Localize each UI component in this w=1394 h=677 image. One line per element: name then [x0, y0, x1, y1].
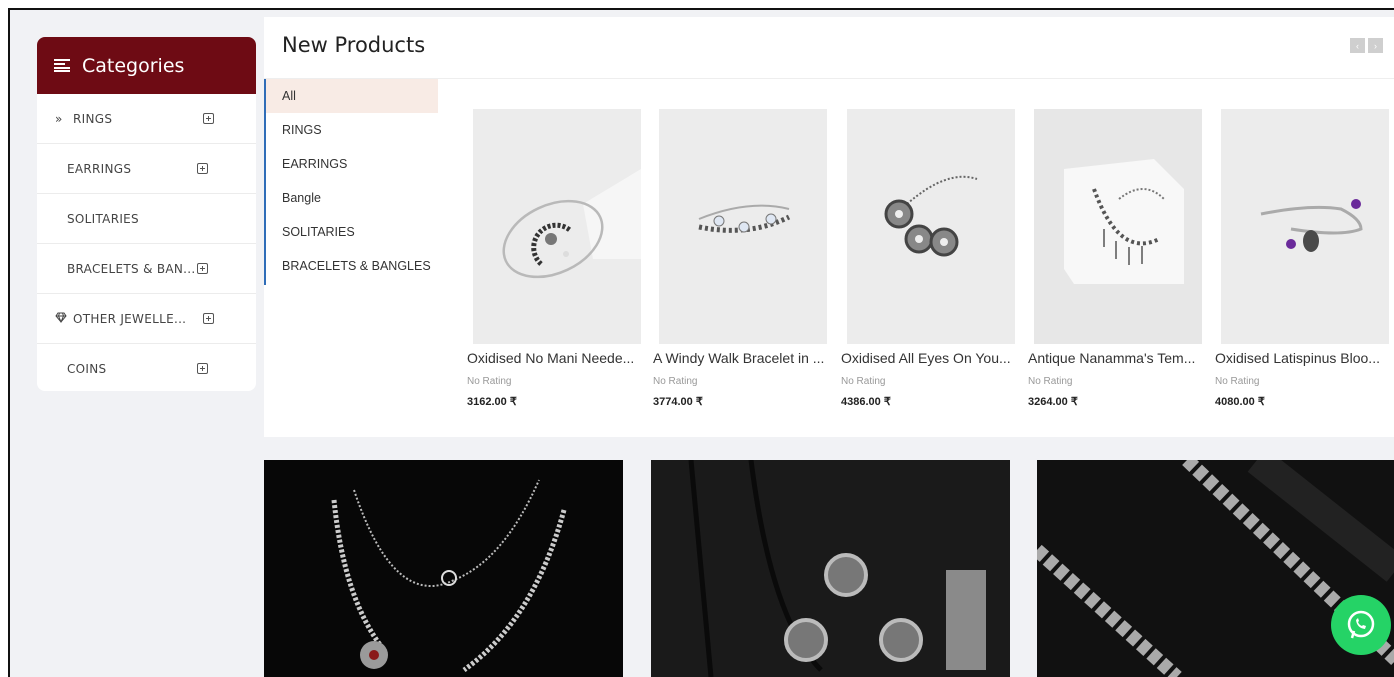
product-name[interactable]: Antique Nanamma's Tem... [1028, 350, 1218, 366]
product-card[interactable]: Antique Nanamma's Tem... No Rating 3264.… [1028, 109, 1216, 408]
expand-plus-icon[interactable] [197, 163, 208, 174]
next-arrow-button[interactable]: › [1368, 38, 1383, 53]
product-rating: No Rating [1028, 376, 1073, 387]
product-price: 4080.00 ₹ [1215, 396, 1265, 408]
expand-plus-icon[interactable] [197, 363, 208, 374]
product-name[interactable]: Oxidised All Eyes On You... [841, 350, 1031, 366]
tab-solitaries[interactable]: SOLITARIES [266, 215, 438, 249]
product-image[interactable] [1034, 109, 1202, 344]
sidebar-item-earrings[interactable]: EARRINGS [37, 144, 256, 194]
whatsapp-button[interactable] [1331, 595, 1391, 655]
product-rating: No Rating [467, 376, 512, 387]
page-frame: Categories » RINGS EARRINGS SOLITARIES B… [8, 8, 1394, 677]
sidebar-item-coins[interactable]: COINS [37, 344, 256, 391]
tab-bangle[interactable]: Bangle [266, 181, 438, 215]
product-rating: No Rating [653, 376, 698, 387]
prev-arrow-button[interactable]: ‹ [1350, 38, 1365, 53]
product-image[interactable] [847, 109, 1015, 344]
whatsapp-icon [1347, 610, 1375, 639]
product-name[interactable]: Oxidised Latispinus Bloo... [1215, 350, 1394, 366]
categories-header[interactable]: Categories [37, 37, 256, 94]
expand-plus-icon[interactable] [203, 113, 214, 124]
product-price: 3162.00 ₹ [467, 396, 517, 408]
categories-sidebar: Categories » RINGS EARRINGS SOLITARIES B… [37, 37, 256, 391]
tab-bracelets-bangles[interactable]: BRACELETS & BANGLES [266, 249, 438, 283]
tab-all[interactable]: All [266, 79, 438, 113]
banner-oxidised-set[interactable] [651, 460, 1010, 677]
product-rating: No Rating [1215, 376, 1260, 387]
product-card[interactable]: Oxidised Latispinus Bloo... No Rating 40… [1215, 109, 1394, 408]
product-price: 4386.00 ₹ [841, 396, 891, 408]
product-card[interactable]: Oxidised No Mani Neede... No Rating 3162… [467, 109, 655, 408]
sidebar-item-label: BRACELETS & BAN... [67, 261, 196, 276]
sidebar-item-label: COINS [67, 361, 107, 376]
sidebar-item-rings[interactable]: » RINGS [37, 94, 256, 144]
tab-rings[interactable]: RINGS [266, 113, 438, 147]
product-card[interactable]: Oxidised All Eyes On You... No Rating 43… [841, 109, 1029, 408]
categories-title: Categories [82, 54, 185, 77]
new-products-panel: New Products ‹ › All RINGS EARRINGS Bang… [264, 17, 1394, 437]
sidebar-item-label: OTHER JEWELLE... [73, 311, 187, 326]
sidebar-item-bracelets-bangles[interactable]: BRACELETS & BAN... [37, 244, 256, 294]
banner-necklace[interactable] [264, 460, 623, 677]
product-price: 3774.00 ₹ [653, 396, 703, 408]
carousel-arrows: ‹ › [1350, 38, 1383, 53]
product-image[interactable] [659, 109, 827, 344]
product-name[interactable]: Oxidised No Mani Neede... [467, 350, 657, 366]
product-carousel: Oxidised No Mani Neede... No Rating 3162… [467, 109, 1394, 429]
product-image[interactable] [1221, 109, 1389, 344]
expand-plus-icon[interactable] [197, 263, 208, 274]
double-chevron-right-icon: » [55, 111, 63, 126]
product-price: 3264.00 ₹ [1028, 396, 1078, 408]
product-rating: No Rating [841, 376, 886, 387]
section-title: New Products [282, 33, 426, 57]
sidebar-item-label: RINGS [73, 111, 113, 126]
tab-earrings[interactable]: EARRINGS [266, 147, 438, 181]
categories-list: » RINGS EARRINGS SOLITARIES BRACELETS & … [37, 94, 256, 391]
sidebar-item-solitaries[interactable]: SOLITARIES [37, 194, 256, 244]
product-card[interactable]: A Windy Walk Bracelet in ... No Rating 3… [653, 109, 841, 408]
expand-plus-icon[interactable] [203, 313, 214, 324]
product-image[interactable] [473, 109, 641, 344]
product-filter-tabs: All RINGS EARRINGS Bangle SOLITARIES BRA… [264, 79, 438, 285]
product-name[interactable]: A Windy Walk Bracelet in ... [653, 350, 843, 366]
sidebar-item-other-jewellery[interactable]: OTHER JEWELLE... [37, 294, 256, 344]
sidebar-item-label: SOLITARIES [67, 211, 139, 226]
gem-icon [55, 312, 67, 326]
menu-icon [54, 59, 70, 72]
sidebar-item-label: EARRINGS [67, 161, 132, 176]
